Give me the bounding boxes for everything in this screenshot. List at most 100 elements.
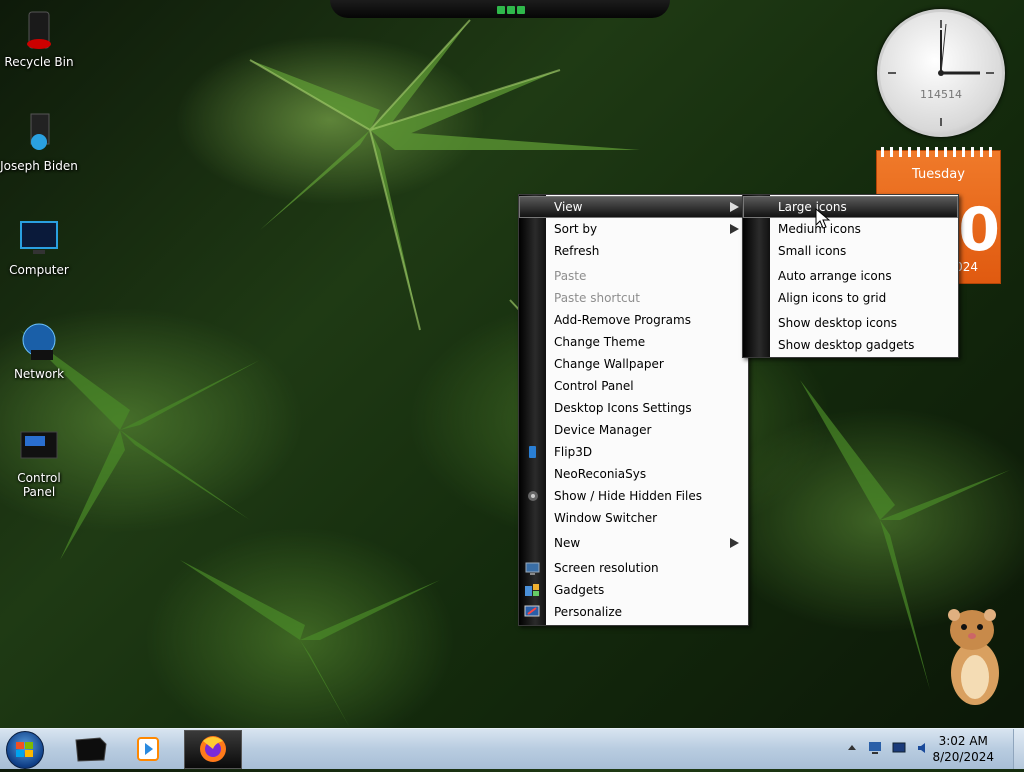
tray-time: 3:02 AM (938, 734, 988, 748)
menu-item-change-wallpaper[interactable]: Change Wallpaper (520, 354, 747, 374)
menu-item-label: View (554, 200, 583, 214)
calendar-weekday: Tuesday (912, 167, 965, 182)
view-submenu: Large icons Medium icons Small icons Aut… (742, 194, 959, 358)
user-folder-icon (17, 112, 61, 156)
desktop-icon-label: Joseph Biden (0, 159, 78, 173)
computer-icon (17, 216, 61, 260)
desktop-icon-label: Control Panel (17, 471, 61, 499)
desktop-icon-label: Recycle Bin (4, 55, 74, 69)
menu-item-label: Paste (554, 269, 587, 283)
desktop-icon-computer[interactable]: Computer (0, 216, 78, 277)
black-box-icon (75, 737, 107, 762)
flip3d-icon (529, 446, 536, 458)
control-panel-icon (17, 424, 61, 468)
menu-item-label: Small icons (778, 244, 847, 258)
menu-item-label: Change Theme (554, 335, 646, 349)
menu-item-paste: Paste (520, 266, 747, 286)
submenu-item-small-icons[interactable]: Small icons (744, 241, 957, 261)
menu-item-label: Change Wallpaper (554, 357, 664, 371)
submenu-arrow-icon (730, 202, 739, 212)
network-icon (17, 320, 61, 364)
menu-item-device-manager[interactable]: Device Manager (520, 420, 747, 440)
menu-item-flip3d[interactable]: Flip3D (520, 442, 747, 462)
start-button[interactable] (6, 731, 44, 769)
volume-tray-icon[interactable] (916, 741, 930, 755)
display-icon (525, 562, 540, 575)
desktop-icon-recycle-bin[interactable]: Recycle Bin (0, 8, 78, 69)
gadgets-icon (525, 584, 539, 596)
desktop-icon-user-folder[interactable]: Joseph Biden (0, 112, 78, 173)
menu-item-personalize[interactable]: Personalize (520, 602, 747, 622)
taskbar-explorer[interactable] (62, 730, 118, 767)
menu-item-label: NeoReconiaSys (554, 467, 647, 481)
submenu-item-align-to-grid[interactable]: Align icons to grid (744, 288, 957, 308)
menu-item-label: Refresh (554, 244, 600, 258)
display-tray-icon[interactable] (892, 741, 906, 755)
menu-item-show-hide-hidden-files[interactable]: Show / Hide Hidden Files (520, 486, 747, 506)
menu-item-view[interactable]: View (519, 196, 748, 218)
menu-item-label: Auto arrange icons (778, 269, 892, 283)
desktop-icon-label: Network (13, 367, 65, 381)
firefox-icon (200, 736, 226, 762)
tray-date: 8/20/2024 (932, 750, 994, 764)
show-hidden-icons-arrow[interactable] (845, 741, 859, 755)
taskbar: 3:02 AM 8/20/2024 (0, 728, 1024, 769)
menu-item-paste-shortcut: Paste shortcut (520, 288, 747, 308)
network-tray-icon[interactable] (868, 741, 882, 755)
menu-item-gadgets[interactable]: Gadgets (520, 580, 747, 600)
wallpaper-leaves (20, 19, 1010, 728)
menu-item-label: Show desktop icons (778, 316, 898, 330)
menu-item-label: Sort by (554, 222, 598, 236)
mouse-cursor-icon (815, 208, 831, 229)
submenu-item-large-icons[interactable]: Large icons (743, 196, 958, 218)
eye-icon (528, 491, 538, 501)
desktop-context-menu: View Sort by Refresh Paste Paste shortcu… (518, 194, 749, 626)
menu-item-label: Show / Hide Hidden Files (554, 489, 702, 503)
submenu-arrow-icon (730, 224, 739, 234)
menu-item-label: Add-Remove Programs (554, 313, 691, 327)
menu-item-label: Gadgets (554, 583, 605, 597)
menu-item-desktop-icons-settings[interactable]: Desktop Icons Settings (520, 398, 747, 418)
menu-item-label: Desktop Icons Settings (554, 401, 692, 415)
desktop-icon-network[interactable]: Network (0, 320, 78, 381)
menu-item-label: Control Panel (554, 379, 634, 393)
menu-item-screen-resolution[interactable]: Screen resolution (520, 558, 747, 578)
clock-face-icon (888, 20, 994, 126)
menu-item-label: New (554, 536, 581, 550)
taskbar-media-player[interactable] (122, 730, 178, 767)
personalize-icon (524, 605, 540, 617)
submenu-item-auto-arrange[interactable]: Auto arrange icons (744, 266, 957, 286)
top-bar-widget (330, 0, 670, 18)
tray-clock[interactable]: 3:02 AM 8/20/2024 (932, 733, 994, 765)
submenu-item-show-desktop-icons[interactable]: Show desktop icons (744, 313, 957, 333)
menu-item-label: Device Manager (554, 423, 652, 437)
clock-gadget[interactable]: 114514 (877, 9, 1005, 137)
menu-item-refresh[interactable]: Refresh (520, 241, 747, 261)
menu-item-label: Window Switcher (554, 511, 658, 525)
windows-logo-icon (16, 742, 33, 757)
taskbar-firefox[interactable] (184, 730, 242, 769)
menu-item-label: Screen resolution (554, 561, 659, 575)
menu-item-label: Personalize (554, 605, 623, 619)
menu-item-sort-by[interactable]: Sort by (520, 219, 747, 239)
submenu-item-medium-icons[interactable]: Medium icons (744, 219, 957, 239)
menu-item-label: Flip3D (554, 445, 593, 459)
menu-item-add-remove-programs[interactable]: Add-Remove Programs (520, 310, 747, 330)
menu-item-control-panel[interactable]: Control Panel (520, 376, 747, 396)
menu-item-label: Paste shortcut (554, 291, 640, 305)
clock-number: 114514 (920, 88, 962, 101)
desktop-icon-control-panel[interactable]: Control Panel (0, 424, 78, 499)
show-desktop-button[interactable] (1013, 729, 1024, 769)
menu-item-neoreconiasys[interactable]: NeoReconiaSys (520, 464, 747, 484)
media-player-icon (137, 737, 159, 761)
menu-item-new[interactable]: New (520, 533, 747, 553)
menu-item-label: Show desktop gadgets (778, 338, 915, 352)
calendar-rings (881, 147, 996, 157)
submenu-item-show-desktop-gadgets[interactable]: Show desktop gadgets (744, 335, 957, 355)
menu-item-label: Align icons to grid (778, 291, 887, 305)
hamster-icon (948, 609, 999, 705)
menu-item-label: Large icons (778, 200, 847, 214)
desktop-icon-label: Computer (9, 263, 69, 277)
menu-item-window-switcher[interactable]: Window Switcher (520, 508, 747, 528)
menu-item-change-theme[interactable]: Change Theme (520, 332, 747, 352)
